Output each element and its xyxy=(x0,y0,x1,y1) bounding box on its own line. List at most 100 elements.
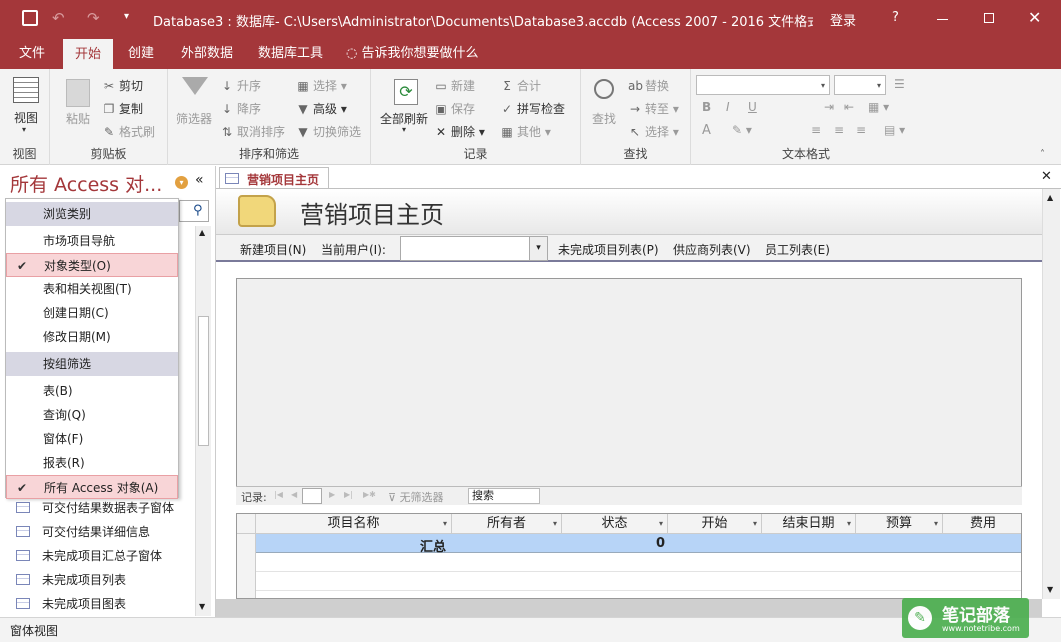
help-button[interactable]: ? xyxy=(892,10,899,25)
nav-pane-header[interactable]: 所有 Access 对... ▾ « xyxy=(0,166,216,198)
record-number-input[interactable] xyxy=(302,488,322,504)
new-record-button[interactable]: ▭ 新建 xyxy=(434,77,475,94)
first-record-icon[interactable]: |◀ xyxy=(274,490,283,499)
paste-icon[interactable] xyxy=(66,79,90,107)
copy-button[interactable]: ❐ 复制 xyxy=(102,100,143,117)
form-scrollbar[interactable]: ▲ ▼ xyxy=(1042,189,1060,599)
font-size-select[interactable]: ▾ xyxy=(834,75,886,95)
close-icon[interactable]: ✕ xyxy=(1028,8,1041,27)
menu-item-forms[interactable]: 窗体(F) xyxy=(6,427,178,451)
login-link[interactable]: 登录 xyxy=(830,10,856,29)
save-icon[interactable] xyxy=(22,10,38,26)
align-right-icon[interactable]: ≡ xyxy=(856,123,866,137)
nav-item-form[interactable]: 未完成项目汇总子窗体 xyxy=(16,544,162,568)
indent-icon[interactable]: ⇥ xyxy=(824,100,834,114)
menu-item-tables[interactable]: 表(B) xyxy=(6,379,178,403)
menu-item-created-date[interactable]: 创建日期(C) xyxy=(6,301,178,325)
delete-button[interactable]: ✕ 删除 ▾ xyxy=(434,123,485,140)
chevron-down-icon[interactable]: ▾ xyxy=(529,237,547,260)
goto-button[interactable]: → 转至 ▾ xyxy=(628,100,679,117)
tell-me-box[interactable]: ◌ 告诉我你想要做什么 xyxy=(346,38,479,69)
menu-item-all-objects[interactable]: ✔ 所有 Access 对象(A) xyxy=(6,475,178,499)
column-header[interactable]: 结束日期 ▾ xyxy=(762,514,856,534)
remove-sort-button[interactable]: ⇅ 取消排序 xyxy=(220,123,285,140)
tab-home[interactable]: 开始 xyxy=(63,38,114,69)
italic-button[interactable]: I xyxy=(726,100,730,114)
paste-button[interactable]: 粘贴 xyxy=(66,110,90,127)
menu-item-market-nav[interactable]: 市场项目导航 xyxy=(6,229,178,253)
column-header[interactable]: 状态 ▾ xyxy=(562,514,668,534)
font-color-button[interactable]: A xyxy=(702,123,711,138)
underline-button[interactable]: U xyxy=(748,100,757,114)
redo-icon[interactable]: ↷ xyxy=(87,9,100,27)
menu-item-modified-date[interactable]: 修改日期(M) xyxy=(6,325,178,349)
chevron-down-icon[interactable]: ▾ xyxy=(553,514,557,534)
filter-button[interactable]: 筛选器 xyxy=(176,110,212,127)
menu-item-tables-views[interactable]: 表和相关视图(T) xyxy=(6,277,178,301)
totals-row[interactable]: 汇总 0 xyxy=(256,534,1021,555)
bold-button[interactable]: B xyxy=(702,100,711,114)
align-center-icon[interactable]: ≡ xyxy=(834,123,844,137)
menu-item-reports[interactable]: 报表(R) xyxy=(6,451,178,475)
scroll-thumb[interactable] xyxy=(198,316,209,446)
tab-database-tools[interactable]: 数据库工具 xyxy=(258,38,323,69)
find-button[interactable]: 查找 xyxy=(592,110,616,127)
selection-button[interactable]: ▦ 选择 ▾ xyxy=(296,77,347,94)
nav-item-form[interactable]: 未完成项目列表 xyxy=(16,568,126,592)
spelling-button[interactable]: ✓ 拼写检查 xyxy=(500,100,565,117)
find-magnifier-icon[interactable] xyxy=(594,79,614,99)
sort-desc-button[interactable]: ↓ 降序 xyxy=(220,100,261,117)
scroll-down-icon[interactable]: ▼ xyxy=(199,602,205,611)
no-filter-indicator[interactable]: ⊽ 无筛选器 xyxy=(388,489,444,505)
current-user-select[interactable]: ▾ xyxy=(400,236,548,261)
scroll-up-icon[interactable]: ▲ xyxy=(1047,193,1053,202)
chevron-down-icon[interactable]: ▾ xyxy=(753,514,757,534)
vendors-link[interactable]: 供应商列表(V) xyxy=(673,241,751,258)
customize-qat-icon[interactable]: ▾ xyxy=(124,11,129,22)
column-header[interactable]: 所有者 ▾ xyxy=(452,514,562,534)
menu-item-object-type[interactable]: ✔ 对象类型(O) xyxy=(6,253,178,277)
view-icon[interactable] xyxy=(13,77,39,103)
toggle-filter-button[interactable]: ▼ 切换筛选 xyxy=(296,123,361,140)
employees-link[interactable]: 员工列表(E) xyxy=(765,241,830,258)
save-record-button[interactable]: ▣ 保存 xyxy=(434,100,475,117)
select-button[interactable]: ↖ 选择 ▾ xyxy=(628,123,679,140)
view-button[interactable]: 视图 xyxy=(14,109,38,126)
minimize-icon[interactable] xyxy=(937,19,948,20)
totals-button[interactable]: Σ 合计 xyxy=(500,77,541,94)
scroll-down-icon[interactable]: ▼ xyxy=(1047,585,1053,594)
maximize-icon[interactable] xyxy=(984,13,994,23)
nav-item-form[interactable]: 可交付结果详细信息 xyxy=(16,520,150,544)
last-record-icon[interactable]: ▶| xyxy=(344,490,353,499)
advanced-button[interactable]: ▼ 高级 ▾ xyxy=(296,100,346,117)
column-header[interactable]: 开始 ▾ xyxy=(668,514,762,534)
more-button[interactable]: ▦ 其他 ▾ xyxy=(500,123,551,140)
collapse-ribbon-icon[interactable]: ˄ xyxy=(1040,149,1045,160)
nav-menu-dropdown-icon[interactable]: ▾ xyxy=(175,176,188,189)
prev-record-icon[interactable]: ◀ xyxy=(291,490,297,499)
column-header[interactable]: 预算 ▾ xyxy=(856,514,943,534)
new-record-nav-icon[interactable]: ▶✱ xyxy=(363,490,376,499)
open-projects-link[interactable]: 未完成项目列表(P) xyxy=(558,241,659,258)
refresh-dropdown-icon[interactable]: ▾ xyxy=(402,125,406,134)
replace-button[interactable]: ab 替换 xyxy=(628,77,669,94)
menu-item-queries[interactable]: 查询(Q) xyxy=(6,403,178,427)
nav-pane-title[interactable]: 所有 Access 对... xyxy=(10,170,162,197)
bullets-icon[interactable]: ☰ xyxy=(894,77,905,91)
tab-file[interactable]: 文件 xyxy=(19,38,45,69)
align-left-icon[interactable]: ≡ xyxy=(811,123,821,137)
font-name-select[interactable]: ▾ xyxy=(696,75,830,95)
next-record-icon[interactable]: ▶ xyxy=(329,490,335,499)
new-project-link[interactable]: 新建项目(N) xyxy=(240,241,306,258)
search-icon[interactable]: ⚲ xyxy=(193,203,203,218)
view-dropdown-icon[interactable]: ▾ xyxy=(22,125,26,134)
chevron-down-icon[interactable]: ▾ xyxy=(934,514,938,534)
select-all-corner[interactable] xyxy=(237,514,256,534)
cut-button[interactable]: ✂ 剪切 xyxy=(102,77,143,94)
tab-external-data[interactable]: 外部数据 xyxy=(181,38,233,69)
sort-asc-button[interactable]: ↓ 升序 xyxy=(220,77,261,94)
chevron-down-icon[interactable]: ▾ xyxy=(659,514,663,534)
document-tab[interactable]: 营销项目主页 xyxy=(219,167,329,189)
outdent-icon[interactable]: ⇤ xyxy=(844,100,854,114)
format-painter-button[interactable]: ✎ 格式刷 xyxy=(102,123,155,140)
